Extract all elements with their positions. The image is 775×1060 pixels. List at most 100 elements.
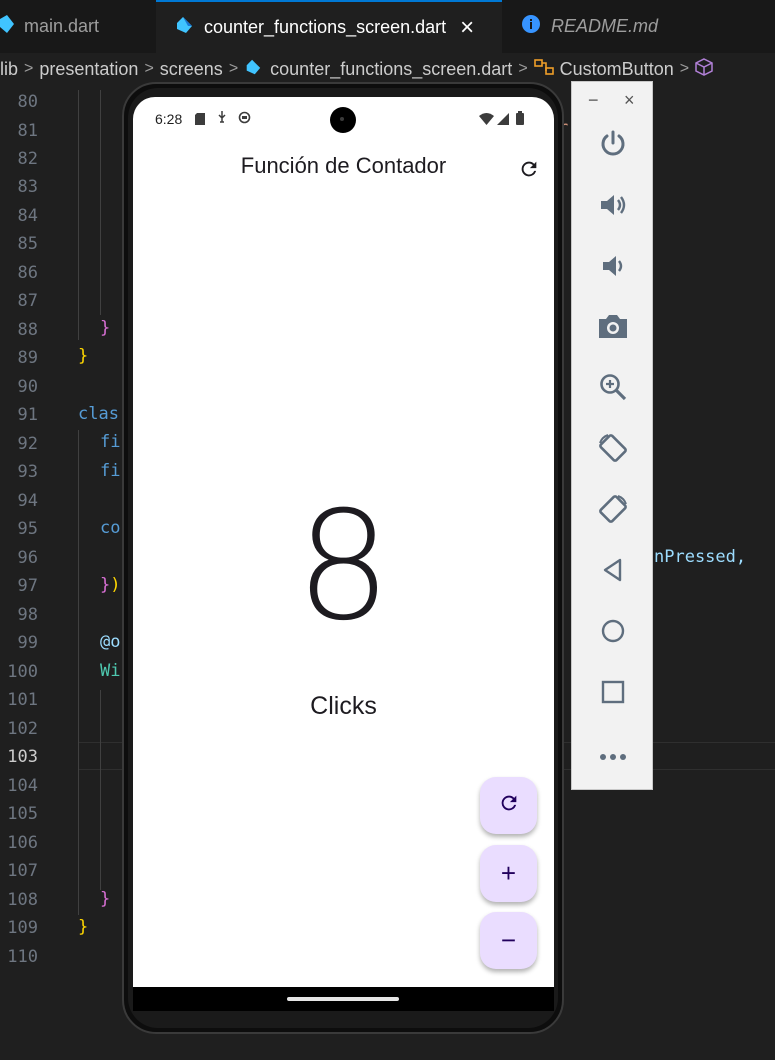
refresh-icon — [498, 790, 520, 821]
line-number-current: 103 — [7, 747, 38, 767]
line-number: 104 — [7, 776, 38, 796]
overview-icon — [601, 680, 625, 708]
cube-icon — [695, 57, 713, 81]
breadcrumb-item-screens[interactable]: screens — [160, 59, 223, 80]
tab-main-dart[interactable]: main.dart — [0, 0, 155, 53]
code-brace: } — [78, 917, 89, 937]
status-bar: 6:28 — [133, 97, 554, 141]
line-number: 102 — [7, 719, 38, 739]
rotate-right-icon — [596, 492, 630, 530]
more-button[interactable] — [593, 735, 633, 775]
code-brace: } — [100, 889, 111, 909]
minimize-button[interactable]: − — [588, 90, 599, 111]
home-gesture-handle[interactable] — [287, 997, 399, 1001]
line-number: 84 — [17, 206, 38, 226]
breadcrumb-item-presentation[interactable]: presentation — [39, 59, 138, 80]
breadcrumb-item-lib[interactable]: lib — [0, 59, 18, 80]
reset-fab[interactable] — [480, 777, 537, 834]
zoom-button[interactable] — [593, 369, 633, 409]
status-time: 6:28 — [155, 111, 183, 127]
line-number: 101 — [7, 690, 38, 710]
line-number: 100 — [7, 662, 38, 682]
class-symbol-icon — [533, 58, 554, 81]
breadcrumb: lib > presentation > screens > counter_f… — [0, 53, 775, 85]
back-button[interactable] — [593, 552, 633, 592]
line-number: 87 — [17, 291, 38, 311]
indent-guide — [100, 90, 101, 315]
dart-file-icon — [174, 15, 194, 40]
line-number: 107 — [7, 861, 38, 881]
signal-icon — [497, 112, 509, 128]
decrement-fab[interactable]: − — [480, 912, 537, 969]
code-type: Wi — [100, 661, 121, 681]
close-button[interactable]: × — [624, 90, 635, 111]
code-keyword: fi — [100, 461, 121, 481]
sd-card-icon — [195, 112, 205, 128]
code-paren: ) — [110, 575, 121, 595]
breadcrumb-item-file[interactable]: counter_functions_screen.dart — [270, 59, 512, 80]
code-brace: } — [78, 346, 89, 366]
line-number: 94 — [17, 491, 38, 511]
more-icon — [599, 746, 627, 765]
front-camera — [330, 107, 356, 133]
power-button[interactable] — [593, 126, 633, 166]
chevron-right-icon: > — [24, 60, 34, 77]
volume-up-button[interactable] — [593, 187, 633, 227]
line-number: 105 — [7, 804, 38, 824]
line-number: 89 — [17, 348, 38, 368]
line-number: 82 — [17, 149, 38, 169]
chevron-right-icon: > — [679, 60, 690, 77]
wifi-icon — [479, 112, 494, 128]
line-number: 97 — [17, 576, 38, 596]
info-icon — [521, 14, 541, 39]
rotate-left-button[interactable] — [593, 430, 633, 470]
tab-readme[interactable]: README.md — [503, 0, 721, 53]
screenshot-button[interactable] — [593, 308, 633, 348]
chevron-right-icon: > — [144, 60, 154, 77]
line-number: 92 — [17, 434, 38, 454]
line-number: 109 — [7, 918, 38, 938]
counter-value: 8 — [295, 480, 392, 654]
indent-guide — [78, 430, 79, 915]
volume-down-button[interactable] — [593, 248, 633, 288]
plus-icon: + — [500, 858, 517, 888]
line-number: 90 — [17, 377, 38, 397]
sync-icon — [238, 111, 251, 127]
volume-down-icon — [598, 251, 628, 285]
line-number: 110 — [7, 947, 38, 967]
emulator-toolbar: − × — [571, 81, 653, 790]
line-number: 80 — [17, 92, 38, 112]
editor-tab-bar: main.dart counter_functions_screen.dart … — [0, 0, 775, 54]
increment-fab[interactable]: + — [480, 845, 537, 902]
code-param: nPressed, — [654, 547, 747, 567]
overview-button[interactable] — [593, 674, 633, 714]
line-number: 88 — [17, 320, 38, 340]
code-annotation: @o — [100, 632, 121, 652]
close-tab-icon[interactable]: × — [460, 14, 474, 42]
home-button[interactable] — [593, 613, 633, 653]
app-bar-title: Función de Contador — [240, 153, 447, 178]
line-number: 91 — [17, 405, 38, 425]
camera-icon — [597, 311, 629, 345]
tab-label: main.dart — [24, 16, 100, 36]
indent-guide — [100, 690, 101, 890]
usb-icon — [217, 111, 227, 127]
volume-up-icon — [598, 190, 628, 224]
line-number: 86 — [17, 263, 38, 283]
line-number: 83 — [17, 177, 38, 197]
refresh-icon[interactable] — [518, 158, 540, 184]
tab-counter-functions-screen[interactable]: counter_functions_screen.dart × — [156, 0, 502, 53]
line-number: 93 — [17, 462, 38, 482]
code-brace: } — [100, 575, 111, 595]
tab-label: counter_functions_screen.dart — [204, 17, 447, 37]
dart-file-icon — [0, 15, 14, 38]
gesture-nav-bar — [133, 987, 554, 1011]
indent-guide — [78, 90, 79, 340]
dart-file-icon — [244, 58, 262, 81]
rotate-right-button[interactable] — [593, 491, 633, 531]
code-keyword: fi — [100, 432, 121, 452]
line-number: 106 — [7, 833, 38, 853]
breadcrumb-item-custombutton[interactable]: CustomButton — [560, 59, 674, 80]
minus-icon: − — [500, 925, 517, 955]
line-number: 108 — [7, 890, 38, 910]
